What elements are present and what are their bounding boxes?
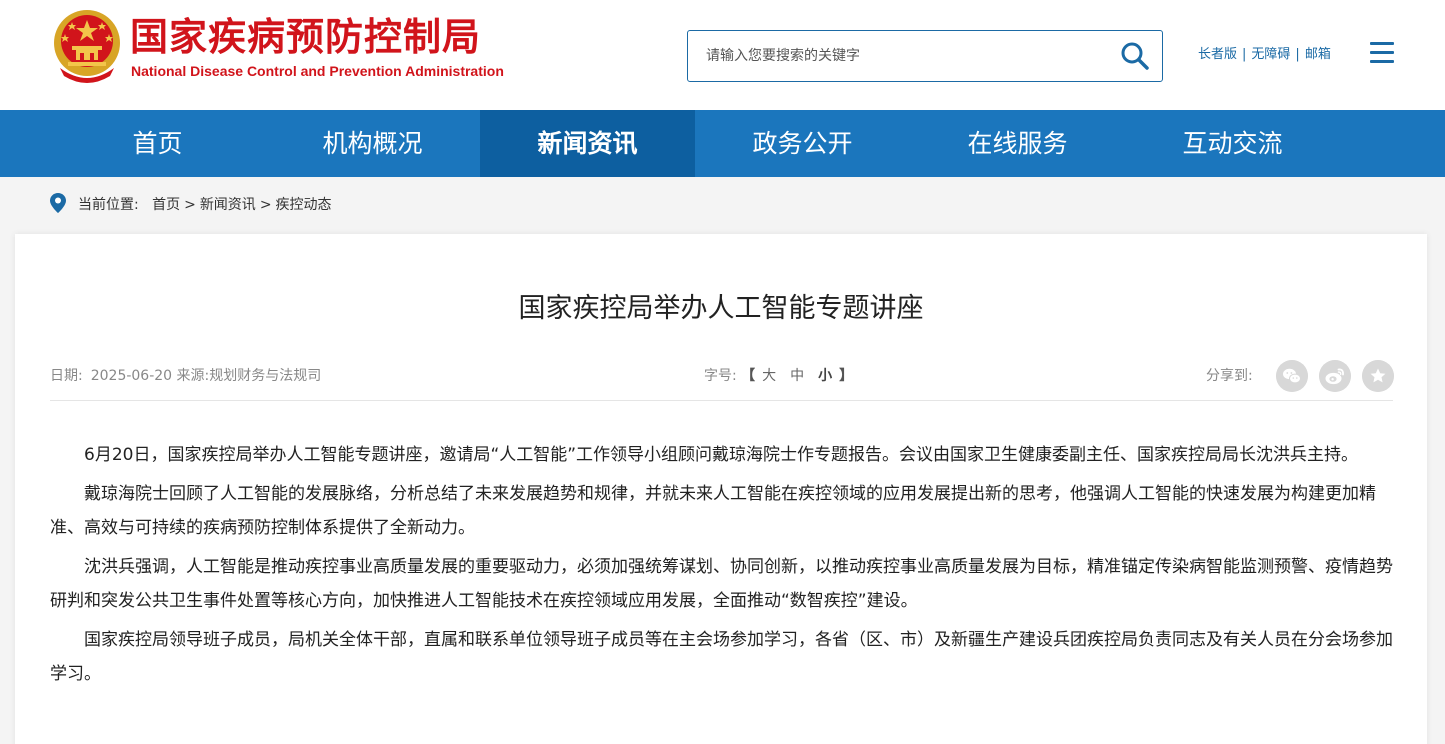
meta-divider [50, 400, 1393, 401]
link-separator: | [1242, 47, 1247, 62]
search-icon[interactable] [1116, 37, 1154, 75]
article-paragraph: 6月20日，国家疾控局举办人工智能专题讲座，邀请局“人工智能”工作领导小组顾问戴… [84, 445, 1359, 465]
nav-gov-affairs[interactable]: 政务公开 [695, 110, 910, 177]
top-links: 长者版 | 无障碍 | 邮箱 [1198, 46, 1331, 64]
article-paragraph: 沈洪兵强调，人工智能是推动疾控事业高质量发展的重要驱动力，必须加强统筹谋划、协同… [50, 557, 1393, 611]
org-name-en[interactable]: National Disease Control and Prevention … [131, 63, 504, 79]
source-label: 来源: [176, 368, 210, 384]
nav-online-services[interactable]: 在线服务 [910, 110, 1125, 177]
breadcrumb-separator: > [184, 197, 196, 213]
article-card: 国家疾控局举办人工智能专题讲座 日期: 2025-06-20 来源:规划财务与法规… [15, 234, 1427, 744]
org-name-cn[interactable]: 国家疾病预防控制局 [130, 14, 481, 60]
main-nav: 首页 机构概况 新闻资讯 政务公开 在线服务 互动交流 [0, 110, 1445, 177]
article-date: 2025-06-20 [90, 368, 173, 384]
breadcrumb-news[interactable]: 新闻资讯 [200, 197, 256, 213]
accessibility-link[interactable]: 无障碍 [1251, 47, 1290, 62]
nav-news[interactable]: 新闻资讯 [480, 110, 695, 177]
share-buttons [1276, 360, 1394, 392]
font-size-control: 字号: 【大中小】 [704, 363, 853, 389]
article-title: 国家疾控局举办人工智能专题讲座 [518, 293, 924, 324]
share-label: 分享到: [1206, 368, 1253, 384]
article-paragraph: 国家疾控局领导班子成员，局机关全体干部，直属和联系单位领导班子成员等在主会场参加… [50, 630, 1393, 684]
article-meta: 日期: 2025-06-20 来源:规划财务与法规司 字号: 【大中小】 分享到: [50, 360, 1394, 392]
breadcrumb-label: 当前位置: [78, 197, 139, 213]
nav-home[interactable]: 首页 [50, 110, 265, 177]
search-box [687, 30, 1163, 82]
site-header: 国家疾病预防控制局 National Disease Control and P… [0, 0, 1445, 110]
article-body: 6月20日，国家疾控局举办人工智能专题讲座，邀请局“人工智能”工作领导小组顾问戴… [50, 438, 1394, 696]
font-size-medium[interactable]: 中 [790, 368, 804, 384]
bracket-close: 】 [839, 368, 854, 384]
national-emblem-icon[interactable] [50, 6, 124, 84]
breadcrumb-trail: 当前位置: 首页 > 新闻资讯 > 疾控动态 [78, 192, 332, 218]
weibo-icon[interactable] [1319, 360, 1351, 392]
font-size-small[interactable]: 小 [818, 368, 832, 384]
breadcrumb-home[interactable]: 首页 [152, 197, 180, 213]
bracket-open: 【 [741, 368, 756, 384]
nav-interaction[interactable]: 互动交流 [1125, 110, 1340, 177]
font-size-large[interactable]: 大 [762, 368, 776, 384]
elderly-version-link[interactable]: 长者版 [1198, 47, 1237, 62]
mailbox-link[interactable]: 邮箱 [1305, 47, 1331, 62]
favorite-star-icon[interactable] [1362, 360, 1394, 392]
menu-icon[interactable] [1370, 42, 1394, 66]
breadcrumb-cdc-news[interactable]: 疾控动态 [276, 197, 332, 213]
font-size-label: 字号: [704, 368, 737, 384]
search-input[interactable] [688, 31, 1108, 81]
location-pin-icon [50, 193, 66, 213]
article-info: 日期: 2025-06-20 来源:规划财务与法规司 [50, 363, 321, 389]
date-label: 日期: [50, 368, 83, 384]
article-paragraph: 戴琼海院士回顾了人工智能的发展脉络，分析总结了未来发展趋势和规律，并就未来人工智… [50, 484, 1376, 538]
link-separator: | [1295, 47, 1300, 62]
nav-about[interactable]: 机构概况 [265, 110, 480, 177]
wechat-icon[interactable] [1276, 360, 1308, 392]
article-source: 规划财务与法规司 [209, 368, 322, 384]
breadcrumb-separator: > [259, 197, 272, 213]
